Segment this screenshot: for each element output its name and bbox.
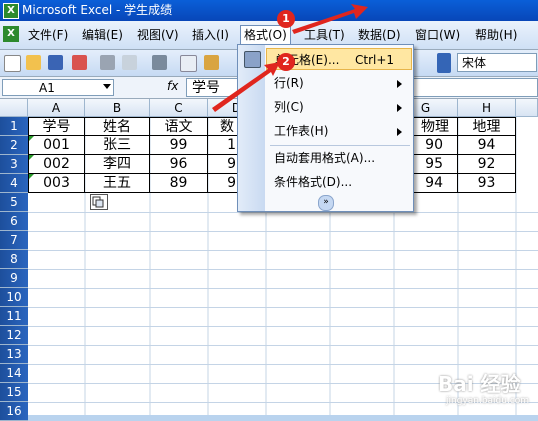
- paste-icon[interactable]: [204, 55, 219, 70]
- cell-g2[interactable]: 90: [411, 136, 458, 155]
- name-box-dropdown-icon[interactable]: [103, 84, 111, 89]
- save-icon[interactable]: [48, 55, 63, 70]
- menu-item-row[interactable]: 行(R): [266, 72, 412, 94]
- menu-format[interactable]: 格式(O): [240, 25, 291, 44]
- menu-edit[interactable]: 编辑(E): [79, 26, 126, 44]
- cell-a4[interactable]: 003: [28, 174, 85, 193]
- annotation-badge-2: 2: [277, 53, 295, 71]
- error-indicator-icon: [29, 174, 34, 179]
- cell-c4[interactable]: 89: [150, 174, 208, 193]
- menu-data[interactable]: 数据(D): [355, 26, 404, 44]
- permission-icon[interactable]: [72, 55, 87, 70]
- cell-b2[interactable]: 张三: [85, 136, 150, 155]
- watermark-logo: Bai 经验: [438, 372, 521, 396]
- cell-h2[interactable]: 94: [458, 136, 516, 155]
- menu-tools[interactable]: 工具(T): [301, 26, 348, 44]
- expand-menu-chevron-icon[interactable]: »: [318, 195, 334, 211]
- submenu-arrow-icon: [397, 104, 402, 112]
- submenu-arrow-icon: [397, 80, 402, 88]
- menu-item-column-label: 列(C): [274, 100, 304, 114]
- cell-c2[interactable]: 99: [150, 136, 208, 155]
- menu-item-cells-shortcut: Ctrl+1: [355, 53, 395, 67]
- print-preview-icon[interactable]: [122, 55, 137, 70]
- cell-a3-value: 002: [43, 156, 70, 172]
- excel-app-icon: X: [3, 3, 19, 19]
- cell-g4[interactable]: 94: [411, 174, 458, 193]
- menu-item-sheet-label: 工作表(H): [274, 124, 329, 138]
- menu-view[interactable]: 视图(V): [134, 26, 182, 44]
- menu-item-conditional-format[interactable]: 条件格式(D)...: [266, 171, 412, 193]
- menu-insert[interactable]: 插入(I): [189, 26, 232, 44]
- watermark-url: jingyan.baidu.com: [446, 396, 530, 406]
- submenu-arrow-icon: [397, 128, 402, 136]
- menu-window[interactable]: 窗口(W): [412, 26, 463, 44]
- error-indicator-icon: [29, 155, 34, 160]
- cell-c3[interactable]: 96: [150, 155, 208, 174]
- error-indicator-icon: [29, 136, 34, 141]
- copy-icon[interactable]: [180, 55, 197, 72]
- name-box[interactable]: A1: [2, 79, 114, 96]
- format-cells-icon: [244, 51, 261, 68]
- font-name-select[interactable]: 宋体: [457, 53, 537, 72]
- cell-a4-value: 003: [43, 175, 70, 191]
- menu-icon-strip: [238, 45, 265, 211]
- cell-a1[interactable]: 学号: [28, 117, 85, 136]
- cell-d2[interactable]: 1: [208, 136, 238, 155]
- cell-a3[interactable]: 002: [28, 155, 85, 174]
- menu-item-autoformat[interactable]: 自动套用格式(A)...: [266, 147, 412, 169]
- menu-separator: [270, 145, 410, 146]
- cell-b1[interactable]: 姓名: [85, 117, 150, 136]
- cell-h1[interactable]: 地理: [458, 117, 516, 136]
- menu-help[interactable]: 帮助(H): [472, 26, 520, 44]
- workbook-icon[interactable]: X: [3, 26, 19, 42]
- cell-h4[interactable]: 93: [458, 174, 516, 193]
- cell-b3[interactable]: 李四: [85, 155, 150, 174]
- new-icon[interactable]: [4, 55, 21, 72]
- menu-item-conditional-format-label: 条件格式(D)...: [274, 175, 353, 189]
- cell-c1[interactable]: 语文: [150, 117, 208, 136]
- open-icon[interactable]: [26, 55, 41, 70]
- format-menu-dropdown: 单元格(E)... Ctrl+1 行(R) 列(C) 工作表(H) 自动套用格式…: [237, 44, 414, 212]
- cell-a2[interactable]: 001: [28, 136, 85, 155]
- annotation-badge-1: 1: [277, 10, 295, 28]
- cell-d4[interactable]: 9: [208, 174, 238, 193]
- menu-item-row-label: 行(R): [274, 76, 304, 90]
- cell-g3[interactable]: 95: [411, 155, 458, 174]
- title-bar: X Microsoft Excel - 学生成绩: [0, 0, 538, 21]
- window-title: Microsoft Excel - 学生成绩: [22, 3, 173, 17]
- cell-h3[interactable]: 92: [458, 155, 516, 174]
- cell-a2-value: 001: [43, 137, 70, 153]
- cell-d3[interactable]: 9: [208, 155, 238, 174]
- menu-file[interactable]: 文件(F): [25, 26, 71, 44]
- print-icon[interactable]: [100, 55, 115, 70]
- menu-item-column[interactable]: 列(C): [266, 96, 412, 118]
- cell-b4[interactable]: 王五: [85, 174, 150, 193]
- research-icon[interactable]: [152, 55, 167, 70]
- toolbar-options-icon[interactable]: [437, 53, 451, 73]
- menu-item-sheet[interactable]: 工作表(H): [266, 120, 412, 142]
- cell-g1[interactable]: 物理: [411, 117, 458, 136]
- cell-d1[interactable]: 数: [208, 117, 238, 136]
- paste-options-glyph: [92, 196, 104, 208]
- menu-item-autoformat-label: 自动套用格式(A)...: [274, 151, 376, 165]
- insert-function-icon[interactable]: fx: [167, 79, 178, 93]
- paste-options-icon[interactable]: [90, 194, 108, 210]
